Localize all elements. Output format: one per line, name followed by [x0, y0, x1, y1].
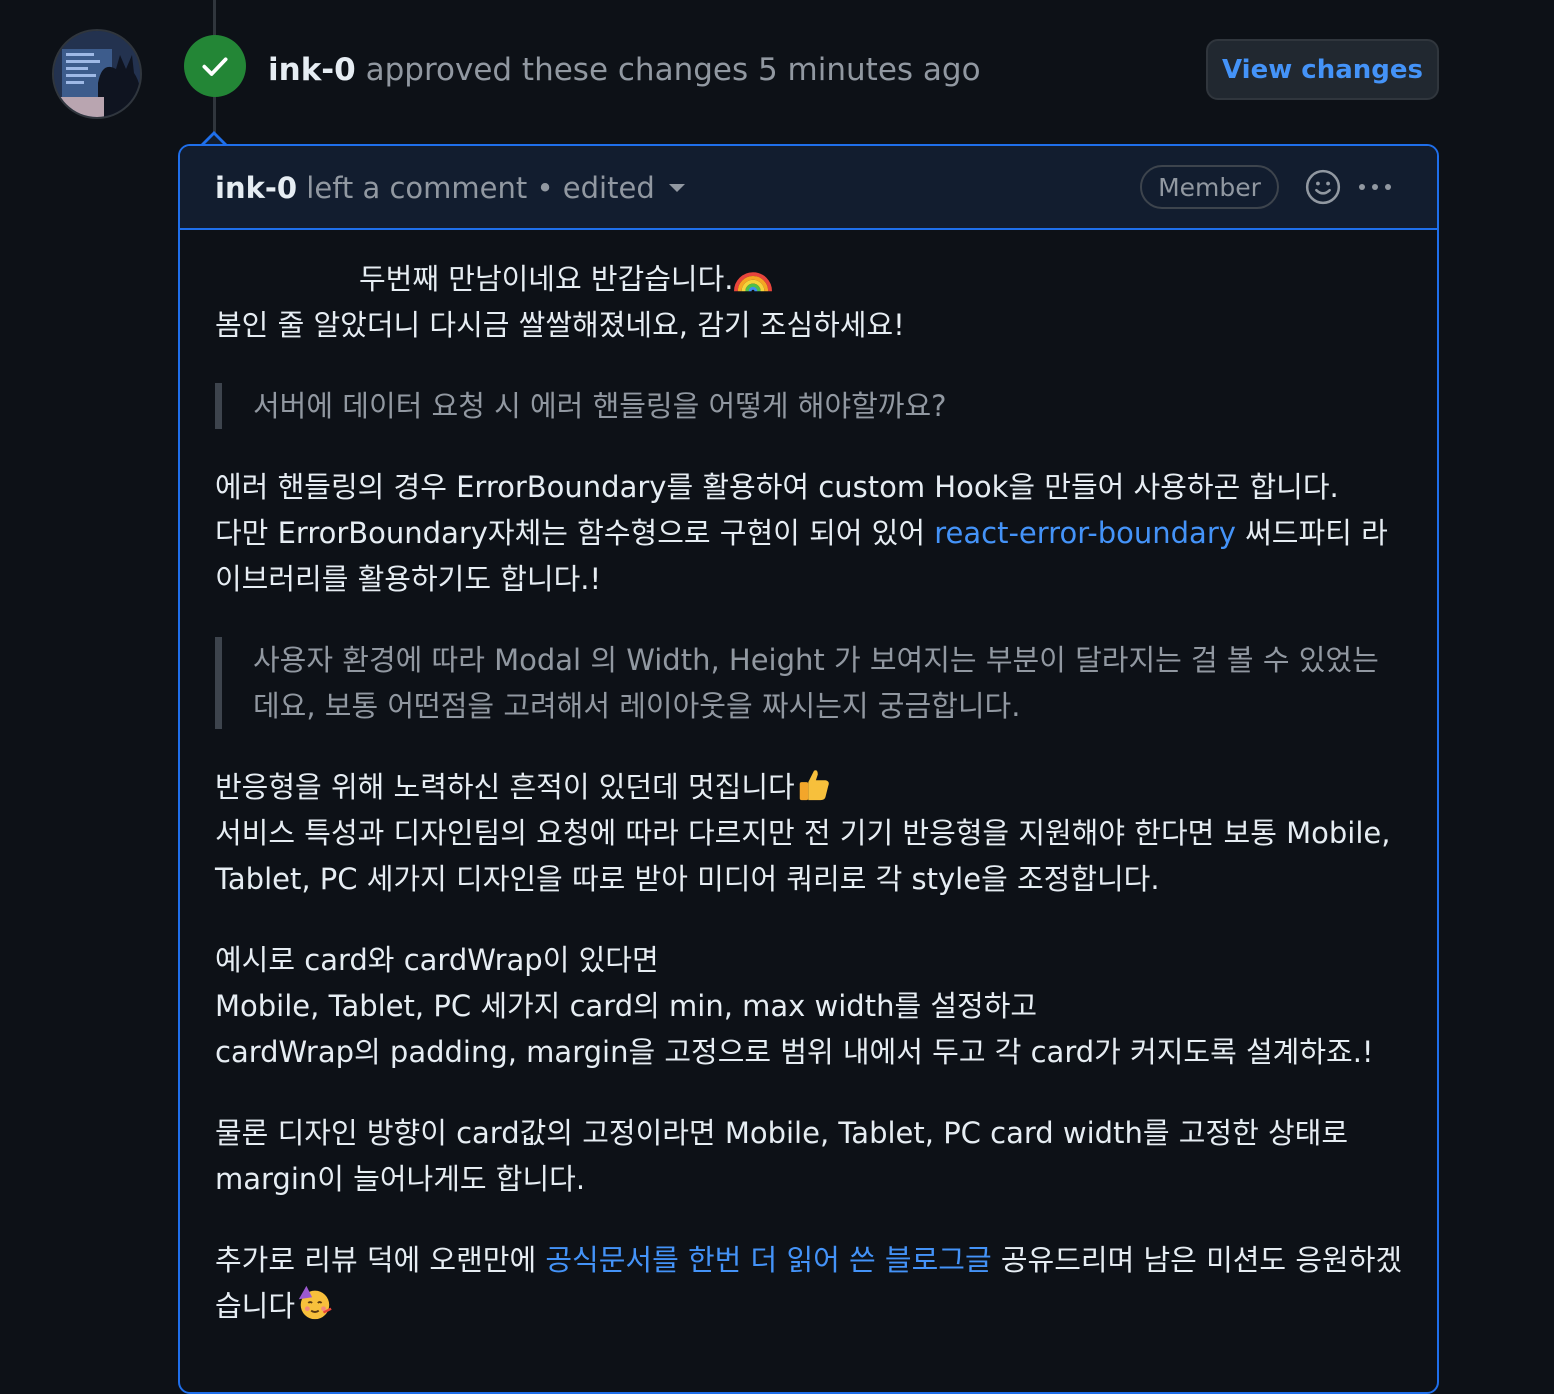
- review-comment: ink-0 left a comment • edited Member 두번째…: [178, 144, 1439, 1394]
- comment-header: ink-0 left a comment • edited Member: [180, 146, 1437, 230]
- rainbow-emoji: [733, 272, 772, 292]
- example-paragraph: 예시로 card와 cardWrap이 있다면 Mobile, Tablet, …: [215, 937, 1405, 1075]
- comment-header-text: ink-0 left a comment • edited: [215, 166, 685, 210]
- fixed-width-paragraph: 물론 디자인 방향이 card값의 고정이라면 Mobile, Tablet, …: [215, 1110, 1405, 1202]
- blockquote-2: 사용자 환경에 따라 Modal 의 Width, Height 가 보여지는 …: [215, 637, 1405, 729]
- error-handling-line-1: 에러 핸들링의 경우 ErrorBoundary를 활용하여 custom Ho…: [215, 470, 1339, 504]
- approved-status-badge: [184, 35, 246, 97]
- greeting-line-2: 봄인 줄 알았더니 다시금 쌀쌀해졌네요, 감기 조심하세요!: [215, 308, 905, 342]
- example-line-1: 예시로 card와 cardWrap이 있다면: [215, 943, 659, 977]
- comment-meta-text[interactable]: left a comment • edited: [297, 171, 654, 205]
- smiley-icon[interactable]: [1304, 168, 1342, 206]
- greeting-line: 두번째 만남이네요 반갑습니다.: [359, 262, 734, 296]
- error-handling-paragraph: 에러 핸들링의 경우 ErrorBoundary를 활용하여 custom Ho…: [215, 464, 1405, 602]
- avatar-image: [54, 31, 140, 117]
- thumbs-up-emoji: [799, 770, 829, 801]
- closing-line-pre: 추가로 리뷰 덕에 오랜만에: [215, 1243, 546, 1277]
- review-author-link[interactable]: ink-0: [268, 52, 356, 88]
- blockquote-1: 서버에 데이터 요청 시 에러 핸들링을 어떻게 해야할까요?: [215, 383, 1405, 429]
- fixed-width-line: 물론 디자인 방향이 card값의 고정이라면 Mobile, Tablet, …: [215, 1116, 1349, 1196]
- closing-paragraph: 추가로 리뷰 덕에 오랜만에 공식문서를 한번 더 읽어 쓴 블로그글 공유드리…: [215, 1237, 1405, 1329]
- avatar[interactable]: [52, 29, 142, 119]
- partying-face-emoji: [298, 1285, 332, 1320]
- timeline-line-top: [213, 0, 216, 36]
- view-changes-button[interactable]: View changes: [1206, 39, 1439, 100]
- comment-author-link[interactable]: ink-0: [215, 171, 297, 205]
- error-handling-line-2-pre: 다만 ErrorBoundary자체는 함수형으로 구현이 되어 있어: [215, 516, 935, 550]
- blog-post-link[interactable]: 공식문서를 한번 더 읽어 쓴 블로그글: [545, 1243, 991, 1277]
- react-error-boundary-link[interactable]: react-error-boundary: [934, 516, 1236, 550]
- review-summary: ink-0 approved these changes 5 minutes a…: [268, 48, 981, 92]
- responsive-line-1: 반응형을 위해 노력하신 흔적이 있던데 멋집니다: [215, 770, 795, 804]
- check-icon: [202, 57, 228, 76]
- comment-body: 두번째 만남이네요 반갑습니다. 봄인 줄 알았더니 다시금 쌀쌀해졌네요, 감…: [215, 256, 1405, 1364]
- greeting-paragraph: 두번째 만남이네요 반갑습니다. 봄인 줄 알았더니 다시금 쌀쌀해졌네요, 감…: [215, 256, 1405, 348]
- responsive-paragraph: 반응형을 위해 노력하신 흔적이 있던데 멋집니다 서비스 특성과 디자인팀의 …: [215, 764, 1405, 902]
- kebab-icon[interactable]: [1355, 168, 1395, 206]
- example-line-3: cardWrap의 padding, margin을 고정으로 범위 내에서 두…: [215, 1035, 1374, 1069]
- review-action-text: approved these changes 5 minutes ago: [355, 52, 981, 88]
- member-badge: Member: [1140, 165, 1279, 209]
- responsive-line-2: 서비스 특성과 디자인팀의 요청에 따라 다르지만 전 기기 반응형을 지원해야…: [215, 816, 1391, 896]
- chevron-down-icon[interactable]: [668, 184, 685, 192]
- example-line-2: Mobile, Tablet, PC 세가지 card의 min, max wi…: [215, 989, 1038, 1023]
